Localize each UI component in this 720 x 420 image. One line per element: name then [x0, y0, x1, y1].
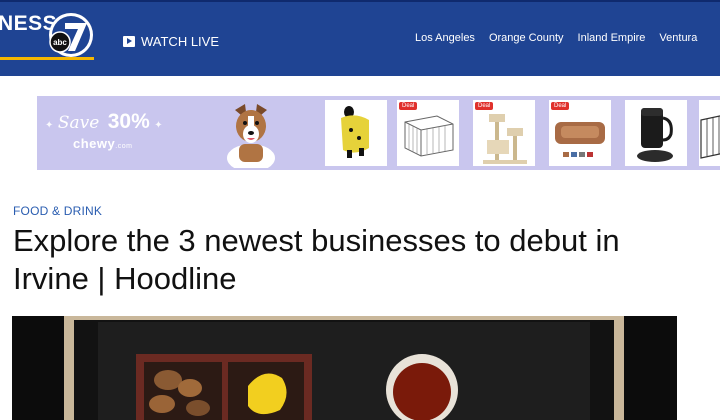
product-tile-crate[interactable] — [699, 100, 720, 166]
chewy-logo: chewy.com — [73, 136, 185, 151]
play-icon — [123, 35, 135, 47]
abc7-logo[interactable]: abc — [47, 11, 95, 59]
ad-promo-text: ✦ Save 30% ✦ chewy.com — [45, 110, 185, 151]
site-header: NESS abc WATCH LIVE Los Angeles Orange C… — [0, 0, 720, 76]
logo-abc-text: abc — [53, 38, 67, 47]
deal-badge: Deal — [551, 102, 570, 110]
chewy-ad-banner[interactable]: ✦ Save 30% ✦ chewy.com ▲ ▼ — [37, 96, 720, 170]
nav-los-angeles[interactable]: Los Angeles — [415, 32, 475, 44]
chewy-brand: chewy — [73, 136, 116, 151]
watch-live-label: WATCH LIVE — [141, 33, 220, 49]
water-bottle-image — [637, 108, 673, 162]
product-tile-water-bottle[interactable] — [625, 100, 687, 166]
chewy-brand-suffix: .com — [115, 143, 133, 150]
article-category[interactable]: FOOD & DRINK — [13, 204, 102, 218]
region-nav: Los Angeles Orange County Inland Empire … — [415, 32, 697, 44]
nav-orange-county[interactable]: Orange County — [489, 32, 564, 44]
ad-percent: 30% — [107, 110, 150, 133]
food-photo — [12, 316, 677, 420]
product-tile-playpen[interactable]: Deal — [397, 100, 459, 166]
sparkle-icon: ✦ — [45, 120, 54, 131]
article-hero-image[interactable] — [12, 316, 677, 420]
nav-inland-empire[interactable]: Inland Empire — [578, 32, 646, 44]
product-tile-dog-bed[interactable]: Deal — [549, 100, 611, 166]
dog-image — [227, 104, 275, 168]
nav-ventura[interactable]: Ventura — [659, 32, 697, 44]
sparkle-icon: ✦ — [154, 120, 163, 131]
product-tile-cat-tree[interactable]: Deal — [473, 100, 535, 166]
dog-sweater-image — [341, 106, 369, 158]
watch-live-button[interactable]: WATCH LIVE — [123, 31, 219, 51]
deal-badge: Deal — [399, 102, 418, 110]
header-topline — [0, 0, 720, 2]
dog-crate-image — [700, 115, 720, 159]
deal-badge: Deal — [475, 102, 494, 110]
ad-save-word: Save — [57, 113, 100, 133]
article-headline: Explore the 3 newest businesses to debut… — [13, 223, 620, 296]
product-tile-sweater[interactable] — [325, 100, 387, 166]
